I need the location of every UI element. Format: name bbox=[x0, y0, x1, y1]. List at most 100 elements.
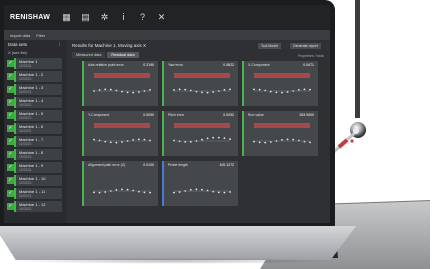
mini-plot bbox=[253, 123, 311, 144]
card-value: 0.0622 bbox=[223, 63, 234, 67]
plot-point bbox=[258, 88, 261, 91]
checkbox-icon[interactable]: ✓ bbox=[7, 138, 14, 145]
checkbox-icon[interactable]: ✓ bbox=[7, 151, 14, 158]
plot-point bbox=[229, 138, 231, 140]
document-icon[interactable]: ▤ bbox=[79, 11, 92, 24]
plot-point bbox=[206, 137, 209, 140]
dataset-item[interactable]: ✓ Machine 1 - 9 11/03/21 bbox=[7, 162, 62, 173]
mini-plot bbox=[93, 123, 151, 144]
plot-point bbox=[104, 191, 107, 193]
plot-point bbox=[132, 139, 135, 141]
dataset-date: 11/03/21 bbox=[19, 155, 32, 159]
dataset-item[interactable]: ✓ Machine 1 - 12 11/03/21 bbox=[7, 201, 62, 212]
plot-point bbox=[149, 89, 151, 91]
dataset-date: 11/03/21 bbox=[19, 194, 32, 198]
card-value: 263.0000 bbox=[299, 113, 314, 117]
dataset-item[interactable]: ✓ Machine 1 - 11 11/03/21 bbox=[7, 188, 62, 199]
dataset-item[interactable]: ✓ Machine 1 - 2 11/03/21 bbox=[7, 71, 62, 82]
checkbox-icon[interactable]: ✓ bbox=[7, 86, 14, 93]
dataset-date: 11/03/21 bbox=[19, 77, 32, 81]
result-card[interactable]: Alignment path error (Z) 0.0100 bbox=[82, 161, 158, 206]
plot-point bbox=[229, 88, 231, 91]
card-value: 0.0100 bbox=[143, 163, 154, 167]
dataset-item[interactable]: ✓ Machine 1 - 8 11/03/21 bbox=[7, 149, 62, 160]
checkbox-icon[interactable]: ✓ bbox=[7, 177, 14, 184]
checkbox-icon[interactable]: ✓ bbox=[7, 99, 14, 106]
checkbox-icon[interactable]: ✓ bbox=[7, 164, 14, 171]
result-card[interactable]: Pitch error 0.0292 bbox=[162, 111, 238, 156]
mini-plot bbox=[93, 73, 151, 94]
plot-point bbox=[93, 138, 95, 141]
checkbox-icon[interactable]: ✓ bbox=[7, 60, 14, 67]
plot-point bbox=[93, 191, 95, 194]
dataset-item[interactable]: ✓ Machine 1 - 10 11/03/21 bbox=[7, 175, 62, 186]
checkbox-icon[interactable]: ✓ bbox=[7, 112, 14, 119]
dataset-date: 11/03/21 bbox=[19, 207, 32, 211]
dataset-date: 11/03/21 bbox=[19, 181, 32, 185]
plot-point bbox=[258, 141, 261, 144]
result-card[interactable]: Probe length 100.1272 bbox=[162, 161, 238, 206]
results-tabs: Measured data Residual data bbox=[72, 52, 141, 58]
sidebar-menu-icon[interactable]: ⋮ bbox=[58, 42, 63, 48]
plot-point bbox=[189, 189, 192, 191]
plot-point bbox=[269, 141, 272, 143]
plot-point bbox=[212, 136, 215, 139]
plot-point bbox=[217, 191, 220, 194]
tolerance-band bbox=[254, 123, 310, 128]
card-value: 0.0471 bbox=[303, 63, 314, 67]
card-title: Yaw error bbox=[168, 63, 183, 67]
plot-point bbox=[178, 140, 181, 143]
result-card[interactable]: Axis relative point error 0.2190 bbox=[82, 61, 158, 106]
plot-point bbox=[223, 89, 226, 91]
dataset-item[interactable]: ✓ Machine 1 - 6 11/03/21 bbox=[7, 123, 62, 134]
help-icon[interactable]: ? bbox=[136, 11, 149, 24]
close-icon[interactable]: ✕ bbox=[155, 11, 168, 24]
result-card[interactable]: Yaw error 0.0622 bbox=[162, 61, 238, 106]
plot-point bbox=[173, 89, 175, 91]
import-data-button[interactable]: Import data bbox=[10, 33, 30, 38]
generate-report-button[interactable]: Generate report bbox=[290, 43, 321, 49]
sidebar-title: Data sets bbox=[8, 42, 28, 47]
plot-point bbox=[281, 139, 283, 141]
result-card[interactable]: Run value 263.0000 bbox=[242, 111, 318, 156]
tolerance-band bbox=[174, 123, 230, 128]
checkbox-icon[interactable]: ✓ bbox=[7, 125, 14, 132]
dataset-date: 11/03/21 bbox=[19, 103, 32, 107]
plot-point bbox=[275, 91, 278, 94]
dataset-item[interactable]: ✓ Machine 1 - 5 11/03/21 bbox=[7, 110, 62, 121]
info-icon[interactable]: ⅰ bbox=[117, 11, 130, 24]
properties-label[interactable]: Properties / tools bbox=[298, 54, 324, 58]
sidebar-header: Data sets ⋮ bbox=[4, 40, 66, 50]
data-grid-icon[interactable]: ▦ bbox=[60, 11, 73, 24]
mini-plot bbox=[173, 123, 231, 143]
checkbox-icon[interactable]: ✓ bbox=[7, 73, 14, 80]
plot-point bbox=[109, 141, 112, 144]
result-card[interactable]: Y-Component 0.0090 bbox=[82, 111, 158, 156]
plot-point bbox=[149, 191, 151, 194]
dataset-item[interactable]: ✓ Machine 1 - 7 11/03/21 bbox=[7, 136, 62, 147]
checkbox-icon[interactable]: ✓ bbox=[7, 203, 14, 210]
filter-button[interactable]: Filter bbox=[36, 33, 45, 38]
plot-point bbox=[104, 88, 107, 91]
plot-point bbox=[137, 91, 140, 93]
photo-scene: MAGNETIC BASE RENISHAW ▦ ▤ ✲ ⅰ ? ✕ Impor… bbox=[0, 0, 446, 269]
tab-measured-data[interactable]: Measured data bbox=[72, 52, 106, 58]
plot-point bbox=[201, 188, 203, 191]
dataset-item[interactable]: ✓ Machine 1 - 3 11/03/21 bbox=[7, 84, 62, 95]
gear-icon[interactable]: ✲ bbox=[98, 11, 111, 24]
laptop-base bbox=[0, 226, 356, 260]
tab-residual-data[interactable]: Residual data bbox=[107, 52, 139, 58]
checkbox-icon[interactable]: ✓ bbox=[7, 190, 14, 197]
tool-model-button[interactable]: Tool Model bbox=[258, 43, 281, 49]
result-card[interactable]: X-Component 0.0471 bbox=[242, 61, 318, 106]
plot-point bbox=[303, 88, 306, 91]
plot-point bbox=[126, 91, 129, 94]
plot-point bbox=[286, 91, 289, 93]
brand-logo: RENISHAW bbox=[10, 14, 51, 21]
dataset-item[interactable]: ✓ Machine 1 11/03/21 bbox=[7, 58, 62, 69]
card-title: Probe length bbox=[168, 163, 188, 167]
dataset-list: ✓ Machine 1 11/03/21 ✓ Machine 1 - 2 11/03/21… bbox=[4, 58, 66, 212]
plot-point bbox=[115, 189, 118, 191]
mini-plot bbox=[173, 188, 231, 194]
dataset-item[interactable]: ✓ Machine 1 - 4 11/03/21 bbox=[7, 97, 62, 108]
